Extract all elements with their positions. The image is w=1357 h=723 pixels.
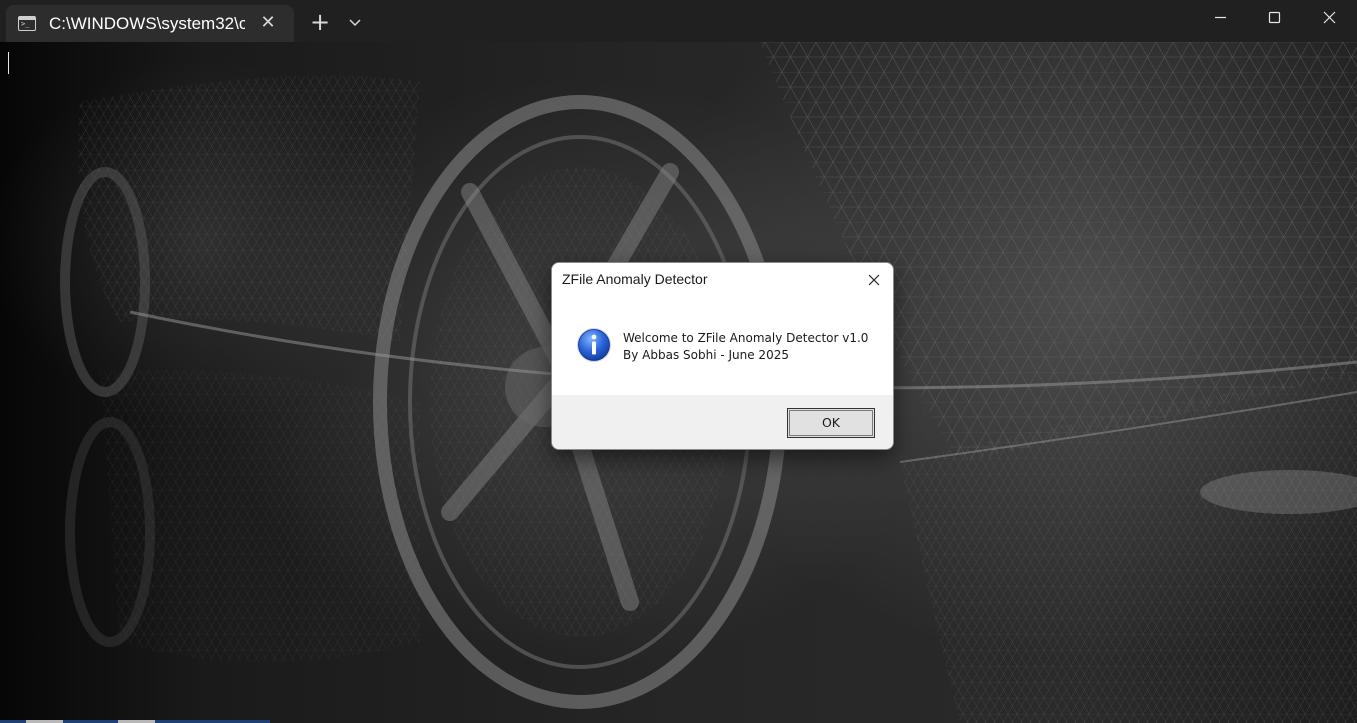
message-dialog: ZFile Anomaly Detector Welcome to ZFile …	[551, 262, 894, 450]
maximize-icon	[1268, 11, 1281, 24]
new-tab-button[interactable]: +	[306, 8, 334, 36]
chevron-down-icon	[349, 19, 361, 27]
message-line-1: Welcome to ZFile Anomaly Detector v1.0	[623, 331, 869, 345]
dialog-footer: OK	[552, 395, 893, 449]
tab-dropdown-button[interactable]	[343, 10, 367, 34]
close-icon	[868, 274, 880, 286]
dialog-body: Welcome to ZFile Anomaly Detector v1.0 B…	[552, 296, 893, 395]
dialog-title-bar: ZFile Anomaly Detector	[552, 263, 893, 296]
message-line-2: By Abbas Sobhi - June 2025	[623, 348, 789, 362]
text-cursor	[8, 52, 9, 74]
info-icon	[577, 328, 611, 362]
minimize-icon	[1215, 16, 1226, 19]
ok-button[interactable]: OK	[787, 408, 875, 438]
dialog-close-button[interactable]	[859, 265, 889, 295]
maximize-button[interactable]	[1248, 0, 1302, 36]
tab-close-icon[interactable]: ✕	[258, 13, 278, 33]
dialog-title: ZFile Anomaly Detector	[562, 271, 708, 287]
close-icon	[1323, 11, 1336, 24]
terminal-icon: >_	[18, 16, 36, 31]
title-bar: >_ C:\WINDOWS\system32\cmd.exe ✕ +	[0, 0, 1357, 42]
dialog-message: Welcome to ZFile Anomaly Detector v1.0 B…	[623, 330, 868, 364]
window-close-button[interactable]	[1302, 0, 1356, 36]
tab-title: C:\WINDOWS\system32\cmd.exe	[49, 13, 245, 33]
tab-cmd[interactable]: >_ C:\WINDOWS\system32\cmd.exe ✕	[6, 5, 294, 42]
minimize-button[interactable]	[1194, 0, 1248, 36]
